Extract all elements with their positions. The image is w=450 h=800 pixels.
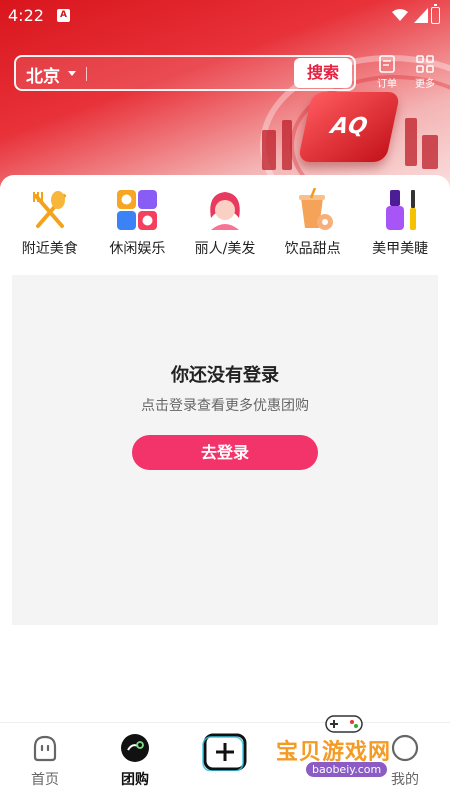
signal-icon (414, 8, 428, 23)
nav-item-add[interactable] (190, 733, 260, 772)
city-selector[interactable]: 北京 (26, 62, 60, 87)
category-row: 附近美食 休闲娱乐 丽人/美发 饮品甜点 美甲美睫 (0, 185, 450, 270)
gamepad-icon (325, 715, 363, 733)
category-drinks[interactable]: 饮品甜点 (271, 185, 355, 270)
category-label: 饮品甜点 (284, 241, 341, 257)
category-beauty[interactable]: 丽人/美发 (183, 185, 267, 270)
order-list-icon (379, 55, 395, 73)
empty-state: 你还没有登录 点击登录查看更多优惠团购 去登录 (12, 275, 438, 625)
battery-icon (431, 4, 440, 24)
category-leisure[interactable]: 休闲娱乐 (95, 185, 179, 270)
nav-label: 首页 (31, 772, 59, 788)
status-time: 4:22 (8, 6, 44, 25)
orders-button[interactable]: 订单 (372, 55, 402, 90)
add-icon (202, 733, 248, 772)
empty-title: 你还没有登录 (171, 365, 279, 386)
wifi-icon (392, 9, 408, 21)
woman-hair-icon (203, 188, 247, 232)
nav-item-group-buy[interactable]: 团购 (100, 733, 170, 789)
fork-spoon-icon (28, 188, 72, 232)
search-button[interactable]: 搜索 (294, 58, 352, 88)
nav-label: 团购 (121, 772, 149, 788)
chevron-down-icon[interactable] (68, 71, 76, 76)
content-card: 附近美食 休闲娱乐 丽人/美发 饮品甜点 美甲美睫 你还没有登录 点击登录查看更… (0, 175, 450, 735)
category-label: 美甲美睫 (372, 241, 429, 257)
watermark: 宝贝游戏网 baobeiy.com (268, 712, 444, 792)
watermark-url: baobeiy.com (306, 762, 388, 777)
category-label: 休闲娱乐 (109, 241, 166, 257)
nav-item-home[interactable]: 首页 (10, 733, 80, 789)
nail-mascara-icon (378, 188, 422, 232)
grid-more-icon (416, 55, 434, 73)
banner-building (262, 130, 276, 170)
search-divider (86, 67, 87, 81)
drink-dessert-icon (291, 187, 335, 232)
more-button[interactable]: 更多 (410, 55, 440, 90)
category-food[interactable]: 附近美食 (8, 185, 92, 270)
home-face-icon (30, 733, 60, 763)
empty-subtitle: 点击登录查看更多优惠团购 (141, 398, 309, 414)
banner-building (405, 118, 417, 166)
leisure-grid-icon (115, 188, 159, 232)
banner-building (422, 135, 438, 169)
category-nails[interactable]: 美甲美睫 (358, 185, 442, 270)
banner-logo: AQ (297, 92, 401, 162)
login-button[interactable]: 去登录 (132, 435, 318, 470)
orders-label: 订单 (377, 79, 397, 90)
notification-a-icon: A (57, 9, 70, 22)
category-label: 附近美食 (21, 241, 78, 257)
status-bar: 4:22 A (0, 0, 450, 32)
banner-building (282, 120, 292, 170)
category-label: 丽人/美发 (194, 241, 256, 257)
group-buy-icon (120, 733, 150, 763)
search-bar[interactable]: 北京 搜索 (14, 55, 356, 91)
more-label: 更多 (415, 79, 435, 90)
